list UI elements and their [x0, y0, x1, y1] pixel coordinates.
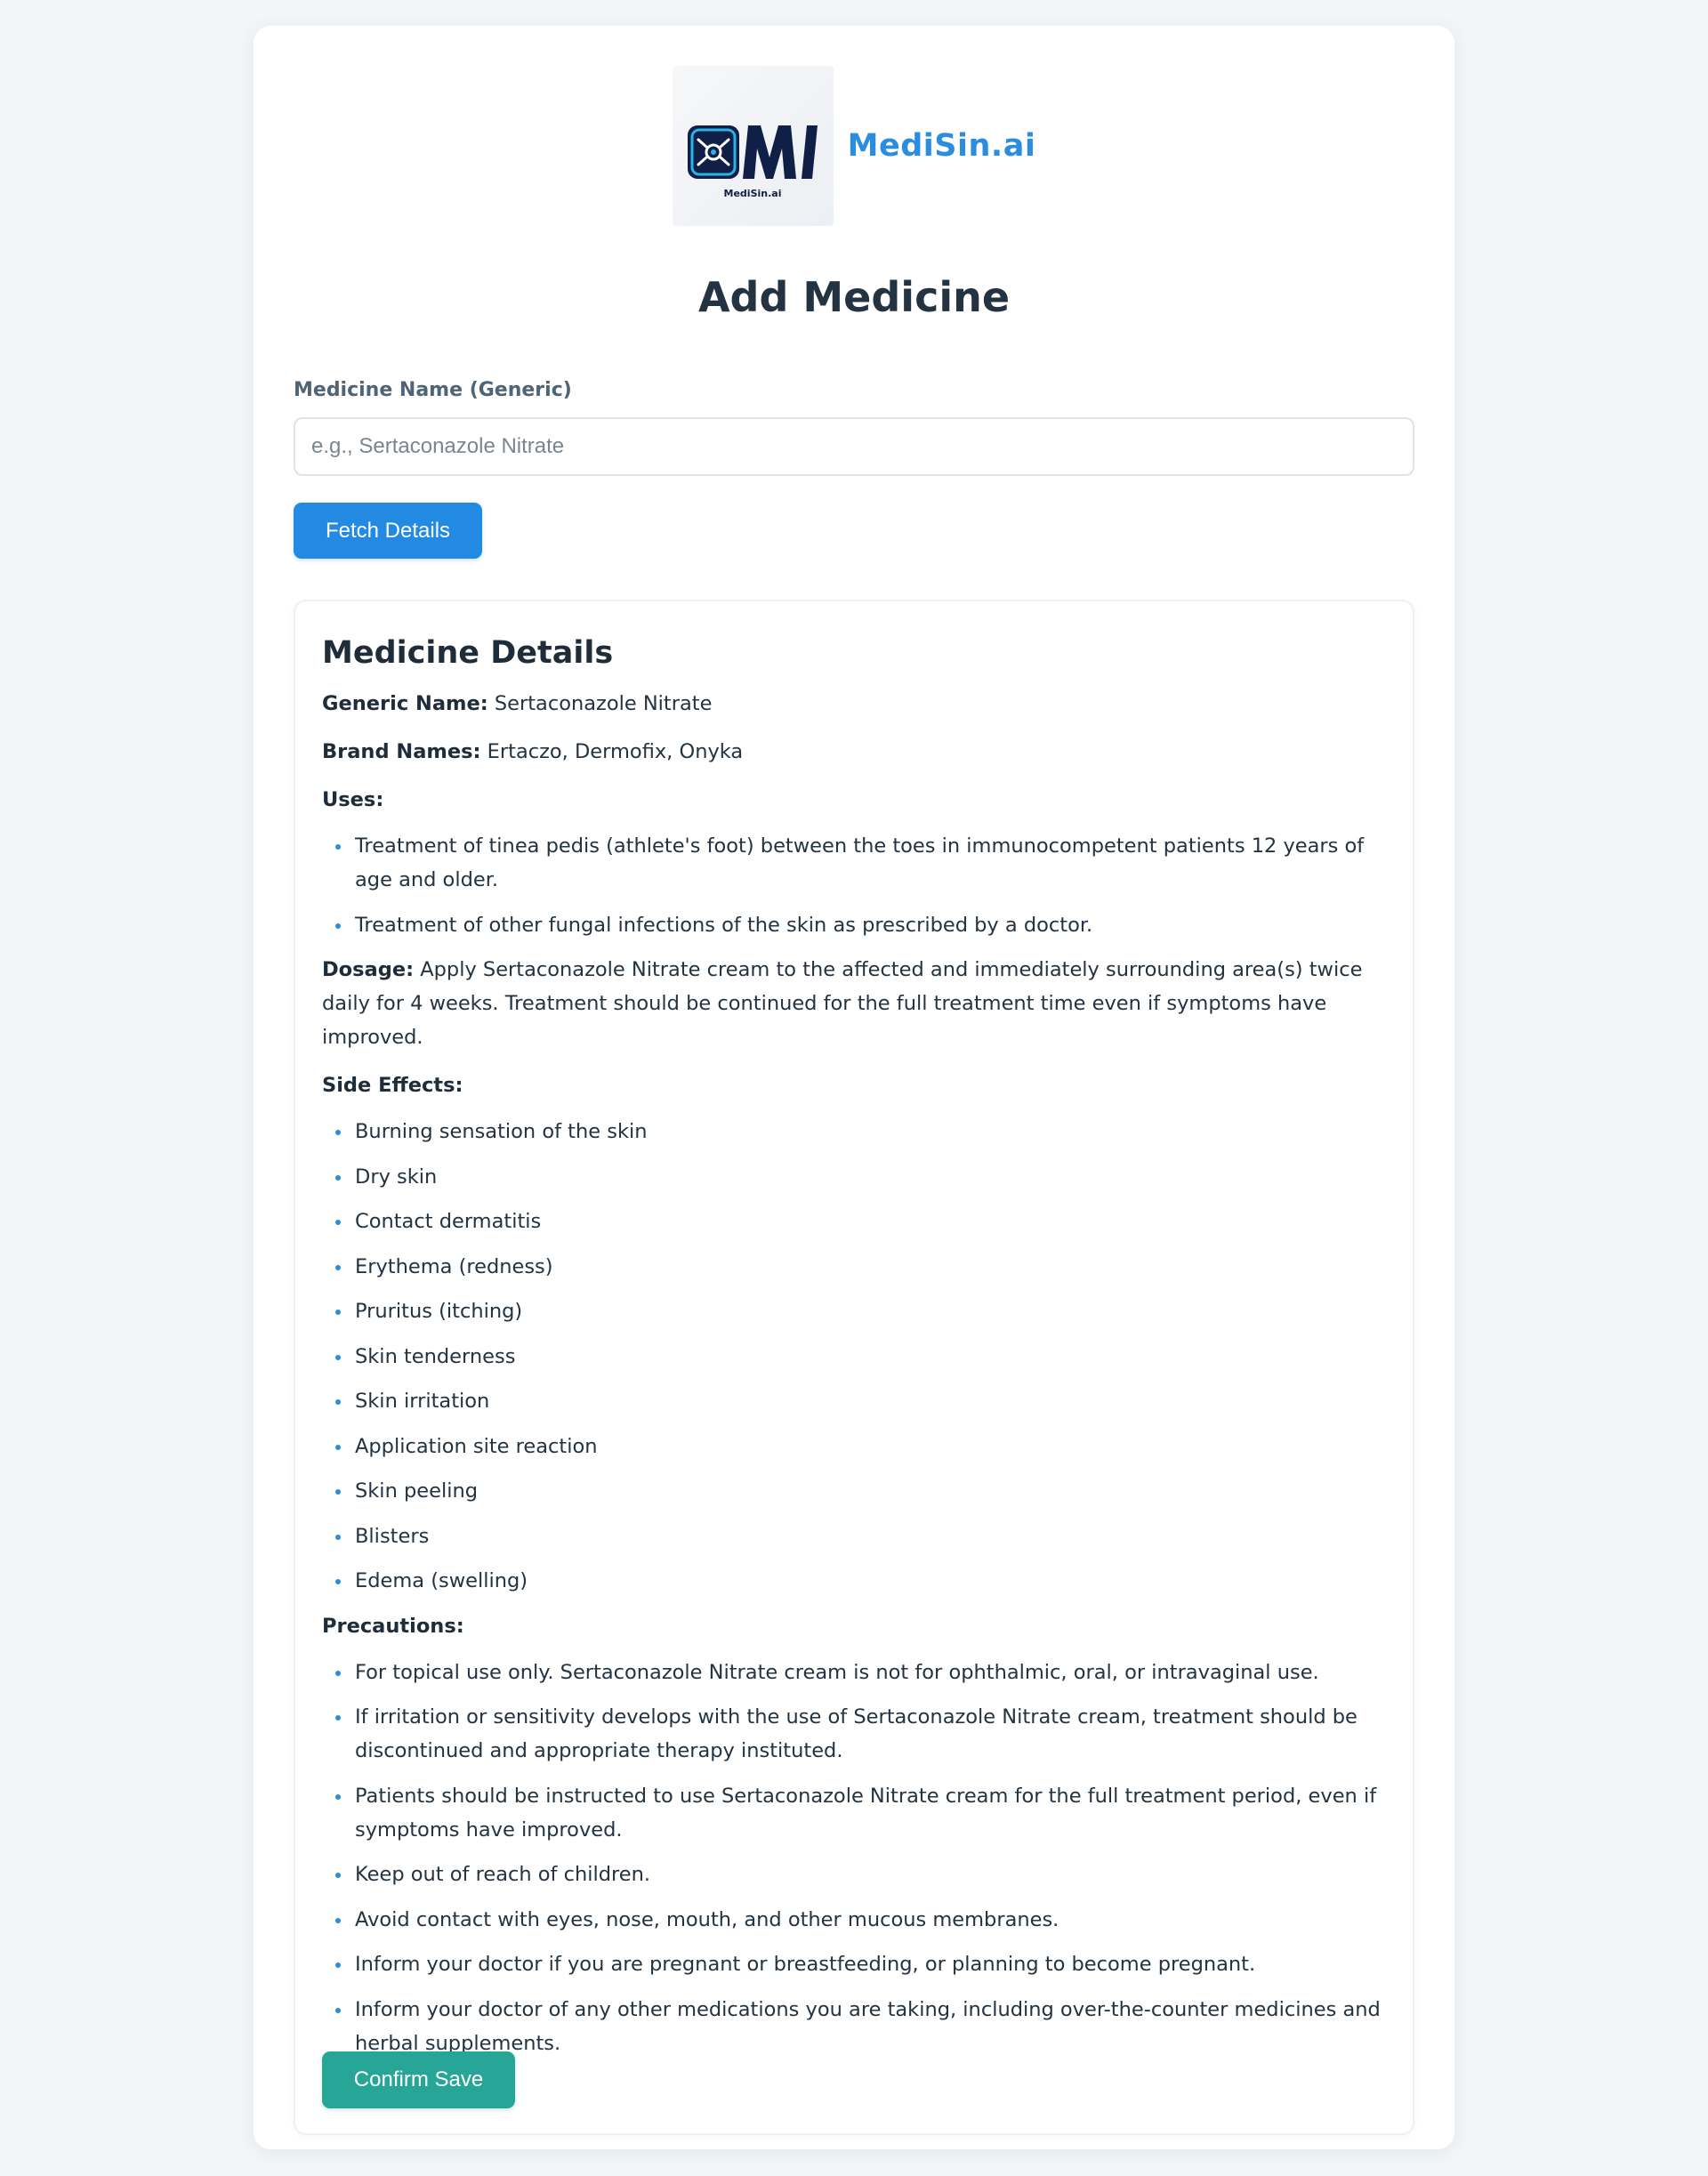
- precautions-list-item: Inform your doctor of any other medicati…: [322, 1993, 1386, 2060]
- uses-label: Uses:: [322, 788, 384, 811]
- side-effects-list-item: Skin peeling: [322, 1474, 1386, 1508]
- medicine-details-panel: Medicine Details Generic Name: Sertacona…: [294, 600, 1414, 2135]
- medicine-name-label: Medicine Name (Generic): [294, 379, 572, 401]
- svg-text:MediSin.ai: MediSin.ai: [724, 188, 782, 199]
- side-effects-list: Burning sensation of the skin Dry skin Con…: [322, 1115, 1386, 1598]
- medisin-logo: MediSin.ai: [672, 66, 834, 226]
- details-title: Medicine Details: [322, 635, 614, 671]
- medicine-name-input[interactable]: [294, 417, 1414, 476]
- precautions-label: Precautions:: [322, 1614, 464, 1638]
- generic-name-label: Generic Name:: [322, 692, 488, 715]
- uses-list-item: Treatment of other fungal infections of …: [322, 908, 1386, 942]
- precautions-list-item: Inform your doctor if you are pregnant o…: [322, 1947, 1386, 1981]
- side-effects-list-item: Skin irritation: [322, 1384, 1386, 1418]
- side-effects-list-item: Burning sensation of the skin: [322, 1115, 1386, 1148]
- brand-names-value: Ertaczo, Dermofix, Onyka: [487, 740, 744, 763]
- precautions-list-item: Patients should be instructed to use Ser…: [322, 1779, 1386, 1847]
- add-medicine-card: MediSin.ai MediSin.ai Add Medicine Medic…: [254, 26, 1454, 2149]
- dosage-value: Apply Sertaconazole Nitrate cream to the…: [322, 958, 1363, 1049]
- side-effects-list-item: Erythema (redness): [322, 1250, 1386, 1284]
- precautions-list-item: If irritation or sensitivity develops wi…: [322, 1700, 1386, 1768]
- side-effects-list-item: Skin tenderness: [322, 1340, 1386, 1374]
- medisin-logo-icon: MediSin.ai: [688, 125, 818, 199]
- uses-list-item: Treatment of tinea pedis (athlete's foot…: [322, 829, 1386, 897]
- side-effects-list-item: Contact dermatitis: [322, 1205, 1386, 1238]
- generic-name-value: Sertaconazole Nitrate: [494, 692, 713, 715]
- page-title: Add Medicine: [697, 273, 1011, 321]
- side-effects-list-item: Application site reaction: [322, 1430, 1386, 1463]
- brand-header: MediSin.ai MediSin.ai: [254, 66, 1454, 226]
- dosage-label: Dosage:: [322, 958, 415, 981]
- fetch-details-button[interactable]: Fetch Details: [294, 503, 482, 559]
- side-effects-list-item: Pruritus (itching): [322, 1294, 1386, 1328]
- brand-names-label: Brand Names:: [322, 740, 481, 763]
- brand-names-row: Brand Names: Ertaczo, Dermofix, Onyka: [322, 735, 1386, 769]
- side-effects-label: Side Effects:: [322, 1074, 463, 1097]
- precautions-list-item: Avoid contact with eyes, nose, mouth, an…: [322, 1903, 1386, 1937]
- generic-name-row: Generic Name: Sertaconazole Nitrate: [322, 687, 1386, 721]
- side-effects-list-item: Dry skin: [322, 1160, 1386, 1194]
- side-effects-list-item: Blisters: [322, 1519, 1386, 1553]
- brand-name: MediSin.ai: [847, 128, 1036, 164]
- uses-list: Treatment of tinea pedis (athlete's foot…: [322, 829, 1386, 942]
- precautions-list-item: Keep out of reach of children.: [322, 1858, 1386, 1891]
- dosage-row: Dosage: Apply Sertaconazole Nitrate crea…: [322, 953, 1386, 1054]
- confirm-save-button[interactable]: Confirm Save: [322, 2051, 515, 2108]
- precautions-list: For topical use only. Sertaconazole Nitr…: [322, 1656, 1386, 2060]
- side-effects-list-item: Edema (swelling): [322, 1564, 1386, 1598]
- precautions-list-item: For topical use only. Sertaconazole Nitr…: [322, 1656, 1386, 1689]
